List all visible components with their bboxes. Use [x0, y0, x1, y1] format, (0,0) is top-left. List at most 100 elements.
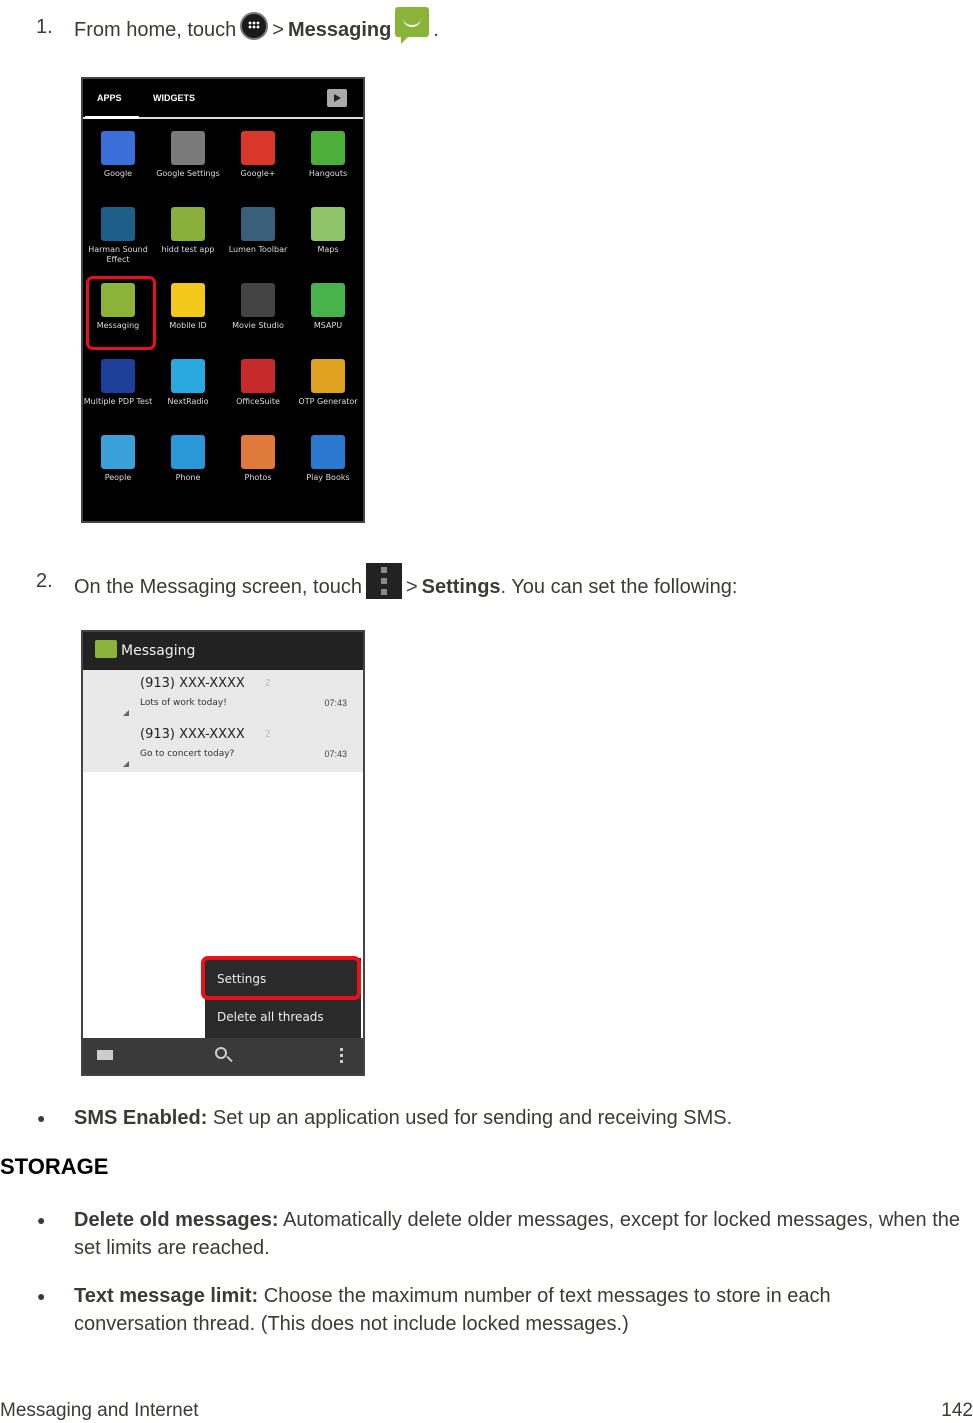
app-icon	[241, 435, 275, 469]
messaging-title: Messaging	[121, 643, 196, 659]
footer-section: Messaging and Internet	[0, 1400, 199, 1421]
search-icon	[215, 1047, 227, 1059]
app-label: Mobile ID	[169, 321, 207, 330]
app-label: MSAPU	[313, 321, 343, 330]
app-icon	[171, 283, 205, 317]
step-bold-text: Messaging	[287, 19, 392, 41]
app-icon	[311, 131, 345, 165]
app-label: Google	[103, 169, 133, 178]
app-movie-studio: Movie Studio	[223, 283, 293, 353]
app-icon	[241, 207, 275, 241]
app-label: OTP Generator	[298, 397, 358, 406]
thread-count: 2	[265, 729, 271, 740]
bullet-desc: Set up an application used for sending a…	[212, 1107, 733, 1129]
app-icon	[101, 283, 135, 317]
app-label: Photos	[244, 473, 272, 482]
app-icon	[241, 283, 275, 317]
app-google: Google	[83, 131, 153, 201]
messaging-title-bar: Messaging	[83, 632, 363, 670]
step-suffix: .	[433, 19, 439, 41]
app-drawer-screenshot: APPS WIDGETS Google Google Settings Google…	[81, 77, 365, 523]
thread-row: (913) XXX-XXXX 2 Go to concert today? 07…	[83, 721, 363, 772]
app-icon	[241, 131, 275, 165]
thread-time: 07:43	[324, 749, 347, 759]
app-label: People	[104, 473, 132, 482]
app-icon	[171, 435, 205, 469]
corner-triangle-icon	[123, 710, 129, 716]
step-number: 1.	[36, 16, 53, 38]
highlight-box	[201, 956, 361, 1000]
app-people: People	[83, 435, 153, 505]
thread-snippet: Go to concert today?	[140, 749, 235, 759]
app-phone: Phone	[153, 435, 223, 505]
thread-list: (913) XXX-XXXX 2 Lots of work today! 07:…	[83, 670, 363, 772]
thread-count: 2	[265, 678, 271, 689]
app-nextradio: NextRadio	[153, 359, 223, 429]
app-messaging: Messaging	[83, 276, 156, 353]
play-store-icon	[327, 89, 347, 107]
tab-widgets: WIDGETS	[153, 93, 195, 103]
bullet-term: Delete old messages:	[74, 1209, 279, 1231]
app-lumen-toolbar: Lumen Toolbar	[223, 207, 293, 277]
messaging-logo-icon	[95, 640, 117, 658]
app-label: Google Settings	[156, 169, 220, 178]
app-photos: Photos	[223, 435, 293, 505]
section-heading: STORAGE	[0, 1154, 109, 1179]
drawer-tabs: APPS WIDGETS	[83, 79, 363, 119]
separator: >	[405, 576, 418, 598]
app-icon	[311, 359, 345, 393]
app-mobile-id: Mobile ID	[153, 283, 223, 353]
tab-underline	[85, 116, 139, 119]
app-multiple-pdp-test: Multiple PDP Test	[83, 359, 153, 429]
overflow-icon	[340, 1048, 343, 1064]
app-google-settings: Google Settings	[153, 131, 223, 201]
app-maps: Maps	[293, 207, 363, 277]
app-icon	[171, 131, 205, 165]
thread-contact: (913) XXX-XXXX	[140, 727, 245, 742]
menu-icon	[365, 563, 402, 599]
app-hangouts: Hangouts	[293, 131, 363, 201]
app-officesuite: OfficeSuite	[223, 359, 293, 429]
separator: >	[272, 19, 284, 41]
app-label: Phone	[175, 473, 201, 482]
app-label: Multiple PDP Test	[83, 397, 153, 406]
app-label: hidd test app	[161, 245, 215, 254]
thread-snippet: Lots of work today!	[140, 698, 227, 708]
thread-row: (913) XXX-XXXX 2 Lots of work today! 07:…	[83, 670, 363, 721]
corner-triangle-icon	[123, 761, 129, 767]
app-label: Lumen Toolbar	[228, 245, 288, 254]
step-text: From home, touch	[74, 19, 237, 41]
overflow-menu: Settings Delete all threads	[201, 956, 361, 1038]
menu-item-delete-all: Delete all threads	[217, 1010, 324, 1024]
app-label: OfficeSuite	[236, 397, 280, 406]
app-harman-sound-effect: Harman Sound Effect	[83, 207, 153, 277]
apps-icon	[240, 12, 269, 40]
thread-time: 07:43	[324, 698, 347, 708]
thread-contact: (913) XXX-XXXX	[140, 676, 245, 691]
app-icon	[311, 283, 345, 317]
step-text: On the Messaging screen, touch	[74, 576, 362, 598]
app-label: NextRadio	[167, 397, 209, 406]
step-suffix: . You can set the following:	[500, 576, 738, 598]
app-icon	[171, 359, 205, 393]
app-label: Messaging	[96, 321, 140, 330]
app-label: Maps	[317, 245, 339, 254]
app-grid: Google Google Settings Google+ Hangouts Harm…	[83, 131, 363, 505]
compose-icon	[97, 1050, 113, 1060]
app-google-: Google+	[223, 131, 293, 201]
tab-apps: APPS	[97, 93, 122, 103]
bullet-dot: ●	[37, 1110, 46, 1126]
app-label: Harman Sound Effect	[88, 245, 148, 264]
app-icon	[241, 359, 275, 393]
app-icon	[101, 207, 135, 241]
step-number: 2.	[36, 570, 53, 592]
app-icon	[311, 435, 345, 469]
app-icon	[101, 131, 135, 165]
bullet-dot: ●	[37, 1212, 46, 1228]
app-icon	[171, 207, 205, 241]
bullet-term: Text message limit:	[74, 1285, 259, 1307]
messaging-screenshot: Messaging (913) XXX-XXXX 2 Lots of work …	[81, 630, 365, 1076]
app-icon	[101, 435, 135, 469]
page-number: 142	[941, 1400, 973, 1421]
app-otp-generator: OTP Generator	[293, 359, 363, 429]
